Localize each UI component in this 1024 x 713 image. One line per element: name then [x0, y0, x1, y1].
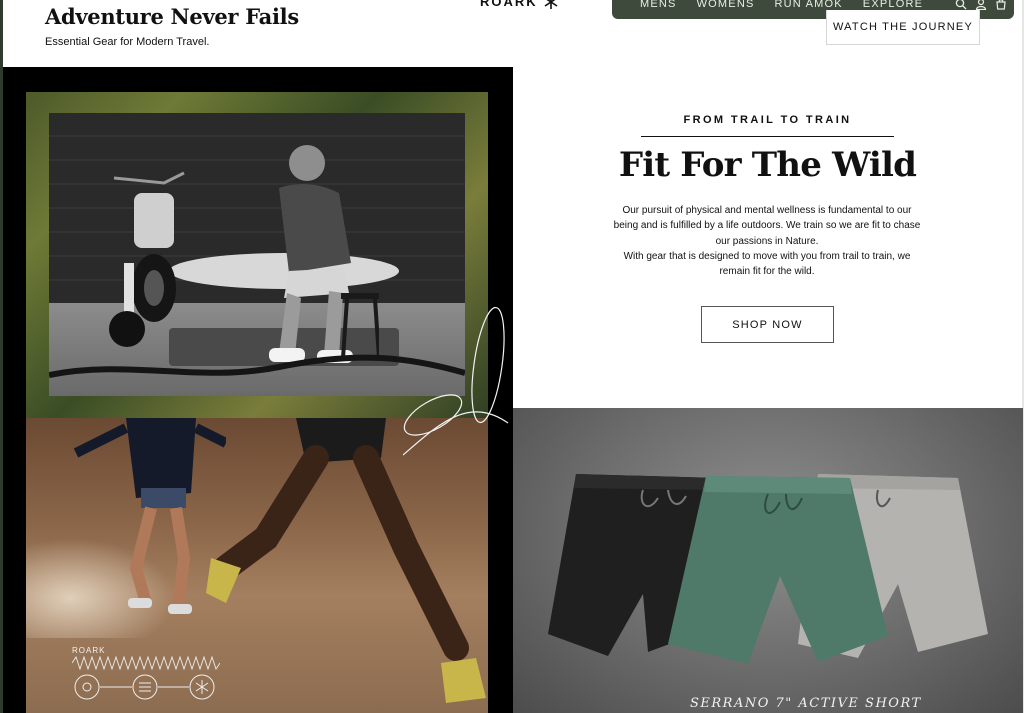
- body-paragraph-2: With gear that is designed to move with …: [623, 250, 911, 278]
- squiggle-graphic: [72, 656, 220, 670]
- nav-item-womens[interactable]: WOMENS: [697, 0, 755, 10]
- page-title: Adventure Never Fails: [45, 4, 299, 29]
- cart-icon[interactable]: [995, 0, 1007, 10]
- logo-mark-icon: [544, 0, 558, 9]
- shop-now-button[interactable]: SHOP NOW: [701, 306, 834, 343]
- body-paragraph-1: Our pursuit of physical and mental welln…: [613, 205, 921, 247]
- nav-item-run-amok[interactable]: RUN AMOK: [775, 0, 843, 10]
- shorts-product-photo[interactable]: [513, 408, 1023, 713]
- nav-icon-group: [955, 0, 1007, 10]
- nav-item-mens[interactable]: MENS: [640, 0, 677, 10]
- nav-item-explore[interactable]: EXPLORE: [863, 0, 923, 10]
- orbit-line-graphic: [402, 306, 509, 456]
- eyebrow-divider: [641, 136, 894, 137]
- section-headline: Fit For The Wild: [618, 145, 917, 185]
- search-icon[interactable]: [955, 0, 967, 10]
- watch-journey-button[interactable]: WATCH THE JOURNEY: [826, 10, 980, 45]
- product-caption: SERRANO 7" ACTIVE SHORT: [690, 696, 922, 711]
- section-body: Our pursuit of physical and mental welln…: [612, 203, 922, 279]
- runner-left: [73, 418, 226, 614]
- section-eyebrow: FROM TRAIL TO TRAIN: [683, 114, 852, 126]
- badge-icons-row: [74, 674, 215, 700]
- account-icon[interactable]: [975, 0, 987, 10]
- dirt-bike: [113, 171, 185, 322]
- page-subtitle: Essential Gear for Modern Travel.: [45, 36, 210, 48]
- logo-text: ROARK: [480, 0, 538, 9]
- seated-athlete: [269, 145, 379, 363]
- stamp-brand-label: ROARK: [72, 646, 106, 655]
- roark-logo[interactable]: ROARK: [480, 0, 558, 9]
- medicine-ball: [109, 311, 145, 347]
- green-short-image: [668, 476, 888, 664]
